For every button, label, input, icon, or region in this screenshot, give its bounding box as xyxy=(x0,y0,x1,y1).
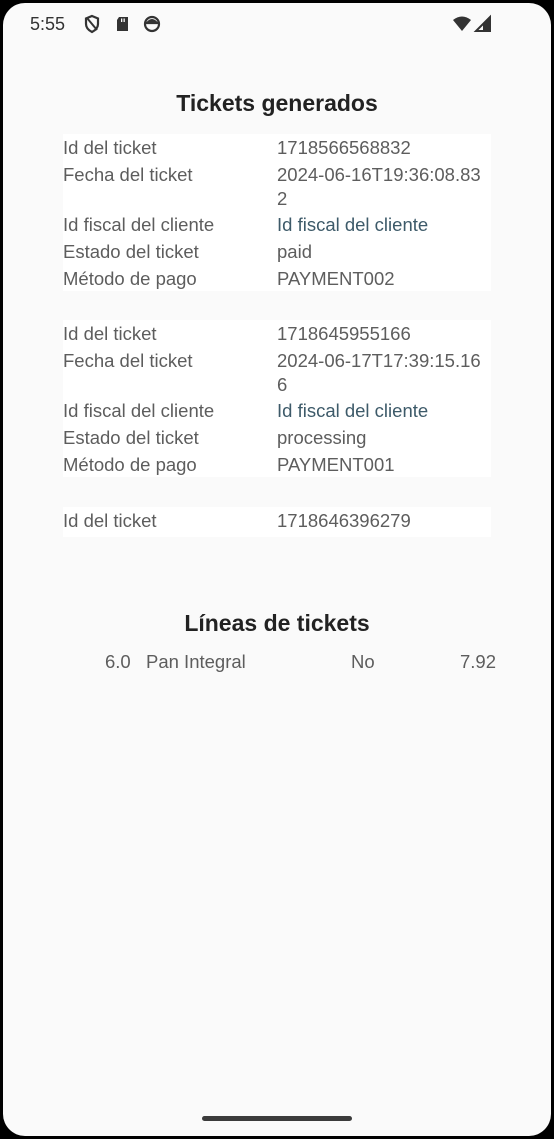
wifi-icon xyxy=(453,16,471,31)
ticket-status-row: Estado del ticket paid xyxy=(63,240,491,264)
ticket-id-value: 1718646396279 xyxy=(277,510,411,531)
cellular-signal-icon xyxy=(473,14,491,32)
ticket-line-row[interactable]: 6.0 Pan Integral No 7.92 xyxy=(3,650,551,676)
ticket-payment-label: Método de pago xyxy=(63,454,197,475)
ticket-id-value: 1718645955166 xyxy=(277,323,411,344)
status-time: 5:55 xyxy=(30,14,66,34)
home-gesture-bar[interactable] xyxy=(202,1116,352,1121)
face-icon xyxy=(143,15,161,33)
ticket-card[interactable]: Id del ticket 1718566568832 Fecha del ti… xyxy=(63,134,491,291)
ticket-card[interactable]: Id del ticket 1718645955166 Fecha del ti… xyxy=(63,320,491,477)
ticket-status-value: paid xyxy=(277,241,312,262)
ticket-card[interactable]: Id del ticket 1718646396279 xyxy=(63,507,491,537)
line-product-name: Pan Integral xyxy=(146,651,246,672)
ticket-date-label: Fecha del ticket xyxy=(63,164,193,185)
status-bar: 5:55 xyxy=(3,3,551,45)
ticket-status-row: Estado del ticket processing xyxy=(63,426,491,450)
ticket-id-label: Id del ticket xyxy=(63,137,157,158)
ticket-fiscal-label: Id fiscal del cliente xyxy=(63,214,215,235)
ticket-fiscal-value: Id fiscal del cliente xyxy=(277,400,429,421)
tickets-section-title: Tickets generados xyxy=(176,90,378,116)
ticket-payment-value: PAYMENT001 xyxy=(277,454,395,475)
ticket-id-row: Id del ticket 1718645955166 xyxy=(63,322,491,346)
line-flag: No xyxy=(351,651,375,672)
ticket-status-value: processing xyxy=(277,427,367,448)
ticket-fiscal-row: Id fiscal del cliente Id fiscal del clie… xyxy=(63,213,491,237)
ticket-date-value: 2024-06-16T19:36:08.832 xyxy=(277,164,481,209)
ticket-fiscal-row: Id fiscal del cliente Id fiscal del clie… xyxy=(63,399,491,423)
shield-icon xyxy=(84,14,100,34)
app-screen: 5:55 Tickets generados Id del ticket 171… xyxy=(3,3,551,1136)
ticket-date-label: Fecha del ticket xyxy=(63,350,193,371)
ticket-payment-row: Método de pago PAYMENT001 xyxy=(63,453,491,477)
ticket-id-value: 1718566568832 xyxy=(277,137,411,158)
line-price: 7.92 xyxy=(460,651,497,672)
ticket-payment-label: Método de pago xyxy=(63,268,197,289)
ticket-id-label: Id del ticket xyxy=(63,323,157,344)
ticket-id-row: Id del ticket 1718646396279 xyxy=(63,509,491,533)
ticket-payment-row: Método de pago PAYMENT002 xyxy=(63,267,491,291)
ticket-date-value: 2024-06-17T17:39:15.166 xyxy=(277,350,481,395)
sd-card-icon xyxy=(117,17,128,31)
ticket-date-row: Fecha del ticket 2024-06-17T17:39:15.166 xyxy=(63,349,491,397)
ticket-status-label: Estado del ticket xyxy=(63,241,199,262)
ticket-date-row: Fecha del ticket 2024-06-16T19:36:08.832 xyxy=(63,163,491,211)
ticket-fiscal-label: Id fiscal del cliente xyxy=(63,400,215,421)
line-quantity: 6.0 xyxy=(105,651,131,672)
ticket-id-row: Id del ticket 1718566568832 xyxy=(63,136,491,160)
ticket-status-label: Estado del ticket xyxy=(63,427,199,448)
ticket-payment-value: PAYMENT002 xyxy=(277,268,395,289)
ticket-fiscal-value: Id fiscal del cliente xyxy=(277,214,429,235)
ticket-id-label: Id del ticket xyxy=(63,510,157,531)
ticket-lines-section-title: Líneas de tickets xyxy=(184,610,370,636)
